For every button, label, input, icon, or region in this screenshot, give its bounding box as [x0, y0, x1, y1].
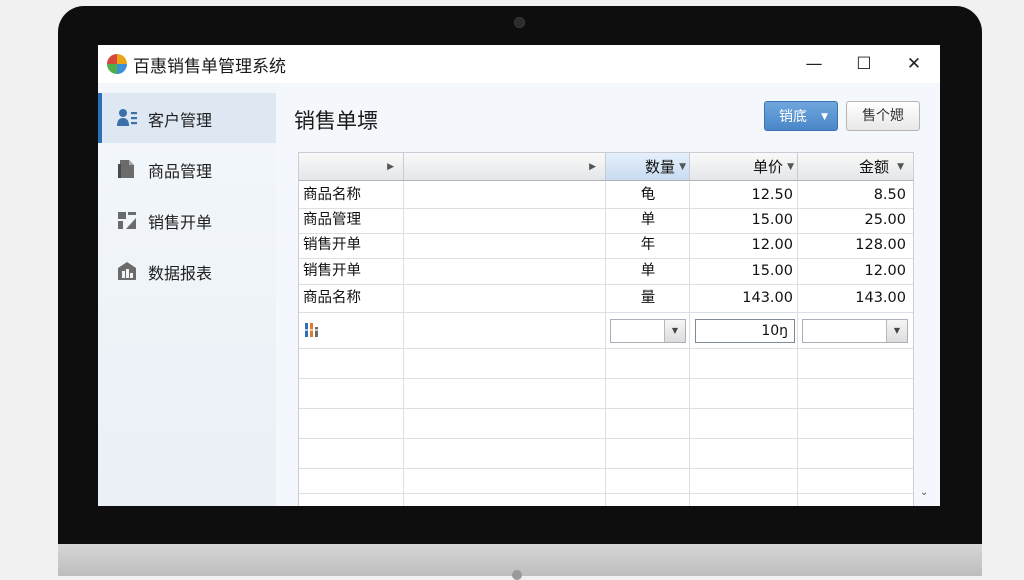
secondary-button[interactable]: 售个媤 [846, 101, 920, 131]
product-name-cell: 销售开单 [303, 237, 361, 253]
row-divider [299, 468, 913, 469]
sidebar-item-customers[interactable]: 客户管理 [98, 93, 276, 143]
unit-price-input[interactable]: 10ŋ [695, 319, 795, 343]
app-logo-icon [107, 54, 127, 74]
chevron-right-icon: ▶ [387, 162, 394, 172]
amount-cell: 8.50 [873, 187, 906, 203]
sort-arrow-icon: ▼ [897, 162, 904, 172]
page-title: 销售单墂 [294, 109, 378, 133]
amount-cell: 128.00 [855, 237, 906, 253]
users-icon [117, 109, 137, 126]
column-header-unit-price[interactable]: 单价 ▼ [690, 153, 798, 181]
report-icon [118, 262, 136, 280]
row-divider [299, 378, 913, 379]
product-name-cell: 销售开单 [303, 263, 361, 279]
primary-button-label: 销底 [779, 109, 807, 125]
row-divider [299, 438, 913, 439]
close-button[interactable]: ✕ [892, 49, 936, 79]
window-title: 百惠销售单管理系统 [133, 57, 286, 77]
order-icon [118, 212, 136, 229]
unit-price-cell: 15.00 [751, 212, 793, 228]
sidebar: 客户管理 商品管理 销售开单 数据报表 [98, 83, 276, 506]
primary-dropdown-button[interactable]: 销底 ▼ [764, 101, 838, 131]
quantity-cell: 年 [640, 237, 656, 253]
webcam [514, 17, 525, 28]
new-row-grid-icon[interactable] [304, 321, 324, 339]
amount-cell: 143.00 [855, 290, 906, 306]
scroll-down-icon[interactable]: ⌄ [920, 487, 928, 498]
maximize-button[interactable]: ☐ [842, 49, 886, 79]
unit-price-cell: 12.00 [751, 237, 793, 253]
chevron-right-icon: ▶ [589, 162, 596, 172]
app-window: 百惠销售单管理系统 — ☐ ✕ 客户管理 商品管理 销售开单 数据报表 销售单墂… [98, 45, 940, 506]
row-divider [299, 408, 913, 409]
row-divider [299, 348, 913, 349]
sort-arrow-icon: ▼ [679, 162, 686, 172]
unit-price-cell: 143.00 [742, 290, 793, 306]
sort-arrow-icon: ▼ [787, 162, 794, 172]
sidebar-item-products[interactable]: 商品管理 [98, 144, 276, 194]
sidebar-item-label: 数据报表 [148, 264, 213, 283]
column-header-2[interactable]: ▶ [404, 153, 606, 181]
chevron-down-icon[interactable]: ▼ [886, 320, 907, 342]
column-header-amount[interactable]: 金额 ▼ [798, 153, 913, 181]
quantity-cell: 单 [640, 212, 656, 228]
unit-price-cell: 12.50 [751, 187, 793, 203]
title-bar: 百惠销售单管理系统 — ☐ ✕ [98, 45, 940, 83]
chevron-down-icon[interactable]: ▼ [664, 320, 685, 342]
quantity-cell: 龟 [640, 187, 656, 203]
chevron-down-icon: ▼ [821, 112, 828, 122]
sidebar-item-label: 销售开单 [148, 213, 213, 232]
product-name-cell: 商品管理 [303, 212, 361, 228]
unit-price-cell: 15.00 [751, 263, 793, 279]
quantity-cell: 单 [640, 263, 656, 279]
quantity-cell: 量 [640, 290, 656, 306]
product-name-cell: 商品名称 [303, 290, 361, 306]
quantity-select[interactable]: ▼ [610, 319, 686, 343]
column-divider [403, 181, 404, 506]
row-divider [299, 493, 913, 494]
sidebar-item-label: 商品管理 [148, 162, 213, 181]
sidebar-item-reports[interactable]: 数据报表 [98, 246, 276, 296]
data-grid: ▶ ▶ 数量 ▼ 单价 ▼ 金额 ▼ 商品名称 龟 12.50 8.50 商品管… [298, 152, 914, 506]
column-header-quantity[interactable]: 数量 ▼ [606, 153, 690, 181]
product-name-cell: 商品名称 [303, 187, 361, 203]
monitor-logo [512, 570, 522, 580]
amount-cell: 25.00 [864, 212, 906, 228]
amount-cell: 12.00 [864, 263, 906, 279]
column-header-1[interactable]: ▶ [299, 153, 404, 181]
amount-select[interactable]: ▼ [802, 319, 908, 343]
sidebar-item-sales-order[interactable]: 销售开单 [98, 195, 276, 245]
minimize-button[interactable]: — [792, 49, 836, 79]
row-divider [299, 312, 913, 313]
document-icon [118, 160, 134, 178]
sidebar-item-label: 客户管理 [148, 111, 213, 130]
